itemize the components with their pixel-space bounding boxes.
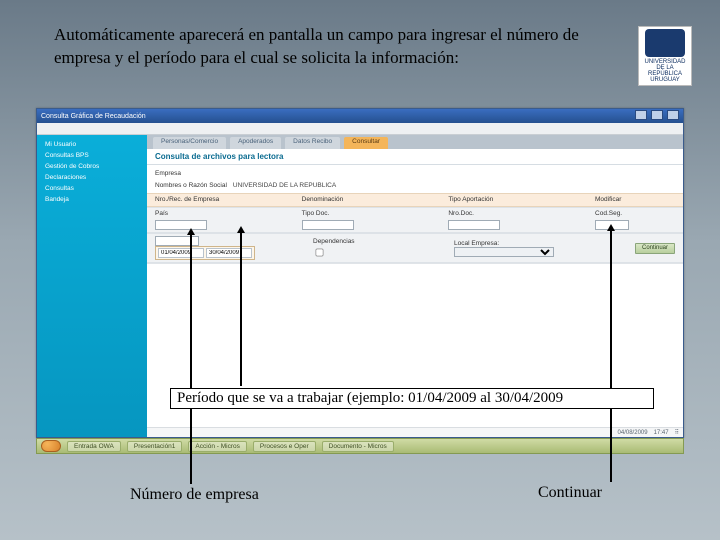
status-date: 04/08/2009 xyxy=(618,430,648,436)
header-band: Nro./Rec. de Empresa Denominación Tipo A… xyxy=(147,193,683,207)
nrodoc-label: Nro.Doc. xyxy=(448,210,577,217)
minimize-icon[interactable] xyxy=(635,110,647,120)
statusbar: 04/08/2009 17:47 ⠿ xyxy=(147,427,683,437)
os-taskbar: Entrada OWA Presentación1 Acción - Micro… xyxy=(36,438,684,454)
sidebar-item-gestion-cobros[interactable]: Gestión de Cobros xyxy=(41,161,143,172)
callout-numero: Número de empresa xyxy=(130,486,259,504)
arrow-numero-icon xyxy=(190,234,192,484)
nrodoc-input[interactable] xyxy=(448,220,500,230)
periodo-hasta-input[interactable] xyxy=(206,248,252,258)
panel-title: Consulta de archivos para lectora xyxy=(147,149,683,165)
tab-personas[interactable]: Personas/Comercio xyxy=(153,137,226,149)
nro-empresa-header: Nro./Rec. de Empresa xyxy=(155,196,284,203)
logo-line3: URUGUAY xyxy=(650,77,680,83)
nombre-label: Nombres o Razón Social xyxy=(155,182,227,189)
task-item[interactable]: Documento - Micros xyxy=(322,441,394,452)
sidebar-item-bandeja[interactable]: Bandeja xyxy=(41,194,143,205)
window-controls[interactable] xyxy=(633,110,679,122)
modificar-header: Modificar xyxy=(595,196,675,203)
local-label: Local Empresa: xyxy=(454,240,499,247)
start-button-icon[interactable] xyxy=(41,440,61,452)
filter-band-2: Dependencias Local Empresa: Continuar xyxy=(147,233,683,263)
university-logo: UNIVERSIDAD DE LA REPÚBLICA URUGUAY xyxy=(638,26,692,86)
close-icon[interactable] xyxy=(667,110,679,120)
logo-building-icon xyxy=(645,29,685,57)
menubar xyxy=(37,123,683,135)
task-item[interactable]: Presentación1 xyxy=(127,441,183,452)
local-select[interactable] xyxy=(454,247,554,257)
window-titlebar: Consulta Gráfica de Recaudación xyxy=(37,109,683,123)
tabbar: Personas/Comercio Apoderados Datos Recib… xyxy=(147,135,683,149)
status-time: 17:47 xyxy=(654,430,669,436)
empresa-number-input[interactable] xyxy=(155,236,199,246)
task-item[interactable]: Procesos e Oper xyxy=(253,441,316,452)
empresa-section: Empresa Nombres o Razón Social UNIVERSID… xyxy=(147,165,683,193)
dependencias-label: Dependencias xyxy=(313,238,436,245)
filter-band-1: País Tipo Doc. Nro.Doc. Cod.Seg. xyxy=(147,207,683,233)
sidebar-item-usuario[interactable]: Mi Usuario xyxy=(41,139,143,150)
periodo-desde-input[interactable] xyxy=(158,248,204,258)
window-title: Consulta Gráfica de Recaudación xyxy=(41,113,146,120)
tipodoc-label: Tipo Doc. xyxy=(302,210,431,217)
intro-paragraph: Automáticamente aparecerá en pantalla un… xyxy=(54,24,614,70)
arrow-continuar-icon xyxy=(610,230,612,482)
continuar-button[interactable]: Continuar xyxy=(635,243,675,254)
task-item[interactable]: Entrada OWA xyxy=(67,441,121,452)
tipo-aportacion-header: Tipo Aportación xyxy=(448,196,577,203)
codseg-label: Cod.Seg. xyxy=(595,210,675,217)
denominacion-header: Denominación xyxy=(302,196,431,203)
maximize-icon[interactable] xyxy=(651,110,663,120)
empresa-label: Empresa xyxy=(155,170,215,177)
sidebar-item-consultas[interactable]: Consultas xyxy=(41,183,143,194)
task-item[interactable]: Acción - Micros xyxy=(188,441,246,452)
pais-label: País xyxy=(155,210,284,217)
status-grip-icon: ⠿ xyxy=(675,429,679,436)
arrow-periodo-icon xyxy=(240,232,242,386)
tab-apoderados[interactable]: Apoderados xyxy=(230,137,281,149)
logo-line2: DE LA REPÚBLICA xyxy=(639,65,691,77)
pais-input[interactable] xyxy=(155,220,207,230)
dependencias-checkbox[interactable] xyxy=(316,248,324,256)
nombre-value: UNIVERSIDAD DE LA REPUBLICA xyxy=(233,182,336,189)
tab-datos-recibo[interactable]: Datos Recibo xyxy=(285,137,340,149)
callout-periodo: Período que se va a trabajar (ejemplo: 0… xyxy=(170,388,654,409)
tab-consultar[interactable]: Consultar xyxy=(344,137,388,149)
tipodoc-input[interactable] xyxy=(302,220,354,230)
sidebar: Mi Usuario Consultas BPS Gestión de Cobr… xyxy=(37,135,147,437)
sidebar-item-declaraciones[interactable]: Declaraciones xyxy=(41,172,143,183)
callout-continuar: Continuar xyxy=(538,484,602,502)
sidebar-item-consultas-bps[interactable]: Consultas BPS xyxy=(41,150,143,161)
